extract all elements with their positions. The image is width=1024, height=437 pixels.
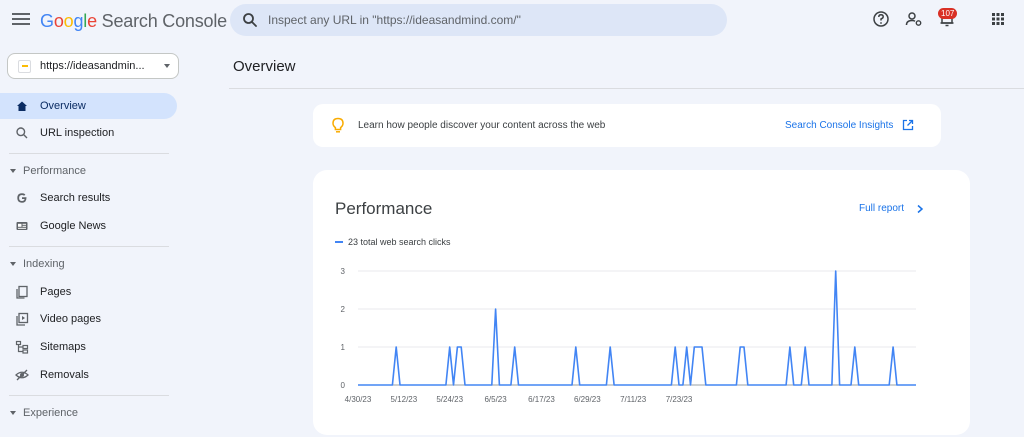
url-inspection-search-bar[interactable] <box>230 4 727 36</box>
page-title: Overview <box>233 58 296 75</box>
lightbulb-icon <box>332 117 344 133</box>
performance-card: Performance Full report 23 total web sea… <box>313 170 970 435</box>
notification-count-badge: 107 <box>938 8 958 19</box>
insights-message: Learn how people discover your content a… <box>358 120 606 131</box>
full-report-link[interactable]: Full report <box>859 203 904 214</box>
main-menu-button[interactable] <box>12 10 30 28</box>
sidebar-item-url-inspection[interactable]: URL inspection <box>0 120 177 146</box>
video-pages-icon <box>16 312 29 326</box>
sidebar-section-indexing[interactable]: Indexing <box>0 256 177 274</box>
apps-grid-icon[interactable] <box>989 10 1007 28</box>
google-g-icon <box>17 193 27 203</box>
legend-swatch <box>335 241 343 243</box>
sidebar-item-overview[interactable]: Overview <box>0 93 177 119</box>
sidebar-section-experience[interactable]: Experience <box>0 405 177 423</box>
news-icon <box>16 222 28 230</box>
chevron-down-icon <box>164 64 170 68</box>
open-in-new-icon[interactable] <box>902 119 914 131</box>
sidebar-divider <box>9 395 169 396</box>
sidebar-item-removals[interactable]: Removals <box>0 362 177 388</box>
insights-banner: Learn how people discover your content a… <box>313 104 941 147</box>
sidebar-item-video-pages[interactable]: Video pages <box>0 306 177 332</box>
sitemap-icon <box>15 340 29 354</box>
pages-icon <box>16 285 28 299</box>
collapse-triangle-icon <box>10 262 16 266</box>
sidebar-item-google-news[interactable]: Google News <box>0 213 177 239</box>
legend-label: 23 total web search clicks <box>348 237 451 247</box>
site-favicon-icon <box>18 60 31 73</box>
help-icon[interactable] <box>872 10 890 28</box>
manage-users-icon[interactable] <box>905 10 923 28</box>
header-divider <box>229 88 1024 89</box>
sidebar-item-search-results[interactable]: Search results <box>0 185 177 211</box>
property-label: https://ideasandmin... <box>40 60 145 72</box>
sidebar-item-pages[interactable]: Pages <box>0 279 177 305</box>
removals-icon <box>15 369 29 381</box>
collapse-triangle-icon <box>10 169 16 173</box>
sidebar-divider <box>9 246 169 247</box>
url-inspection-input[interactable] <box>268 4 718 36</box>
chevron-right-icon[interactable] <box>915 204 925 214</box>
home-icon <box>17 101 27 111</box>
product-logo[interactable]: Google Search Console <box>40 11 227 32</box>
sidebar-divider <box>9 153 169 154</box>
property-selector[interactable]: https://ideasandmin... <box>7 53 179 79</box>
performance-card-title: Performance <box>335 199 433 218</box>
sidebar-section-performance[interactable]: Performance <box>0 163 177 181</box>
search-icon <box>243 13 257 27</box>
sidebar-item-sitemaps[interactable]: Sitemaps <box>0 334 177 360</box>
search-console-insights-link[interactable]: Search Console Insights <box>785 120 893 131</box>
search-icon <box>16 127 28 139</box>
collapse-triangle-icon <box>10 411 16 415</box>
top-app-bar: Google Search Console 107 <box>0 0 1024 44</box>
